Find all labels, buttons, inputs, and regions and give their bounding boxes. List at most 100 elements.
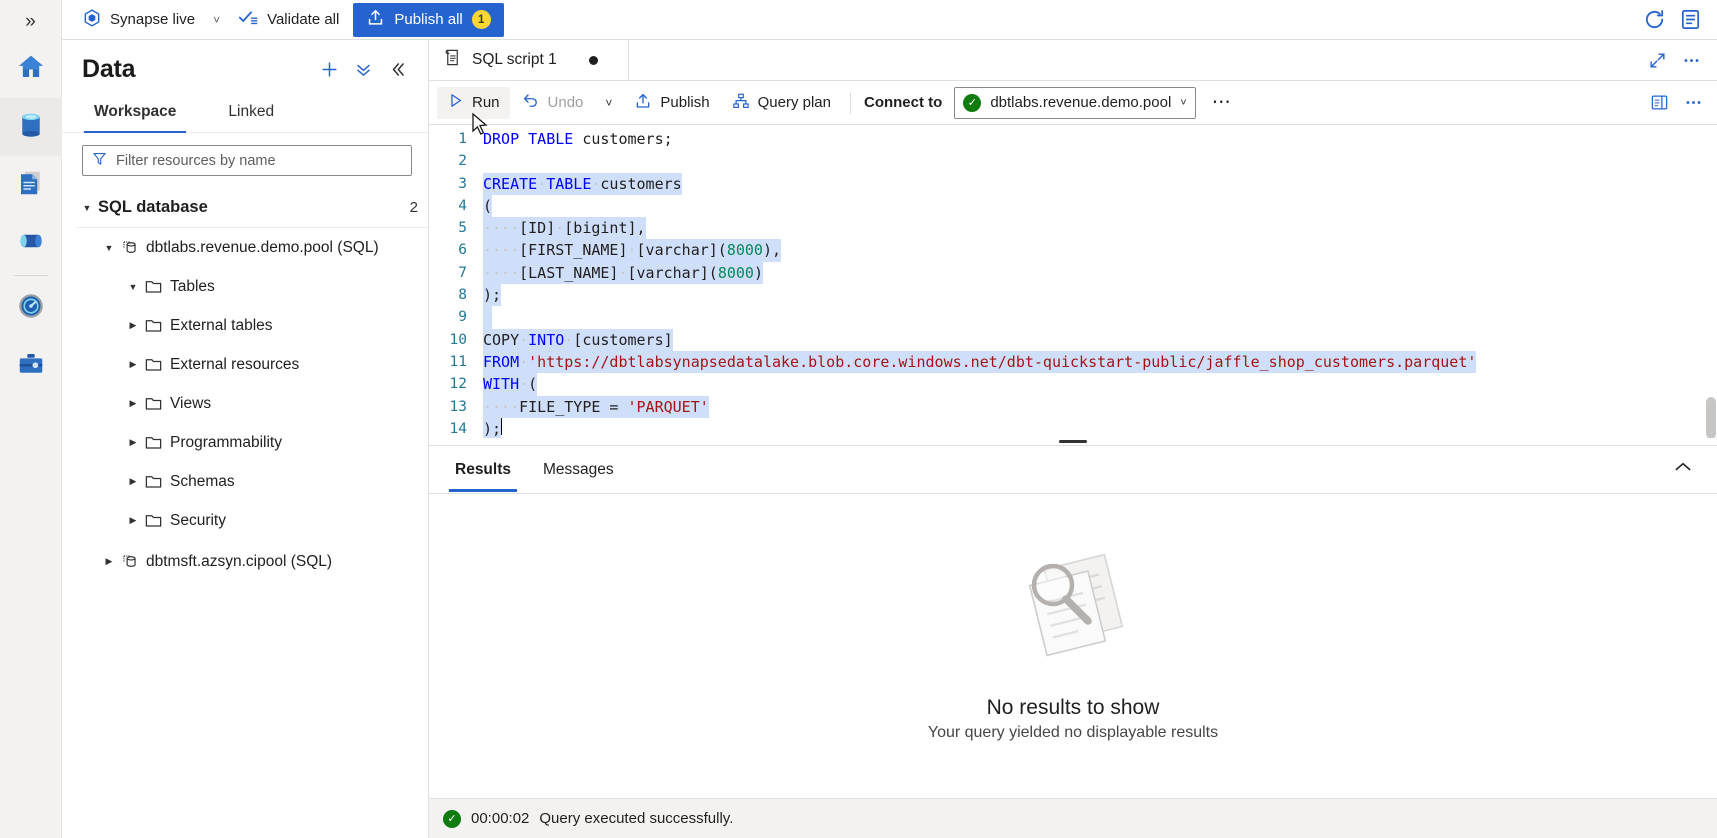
code-token: FROM bbox=[483, 353, 519, 371]
tree-group-sql-database[interactable]: ▼ SQL database 2 bbox=[62, 188, 428, 227]
tree-node-external-tables[interactable]: ▶ External tables bbox=[62, 306, 428, 345]
triangle-down-icon[interactable]: ▼ bbox=[76, 203, 98, 213]
chevron-down-icon[interactable]: ˅ bbox=[205, 13, 228, 27]
undo-button[interactable]: Undo bbox=[512, 87, 594, 119]
triangle-right-icon[interactable]: ▶ bbox=[122, 515, 144, 526]
run-button[interactable]: Run bbox=[437, 87, 510, 119]
code-line[interactable]: 14); bbox=[429, 418, 1717, 438]
validate-check-icon bbox=[238, 7, 259, 32]
undo-dropdown[interactable]: ˅ bbox=[595, 87, 622, 119]
code-line[interactable]: 3CREATE·TABLE·customers bbox=[429, 173, 1717, 195]
tree-node-tables[interactable]: ▼ Tables bbox=[62, 267, 428, 306]
code-text: ( bbox=[483, 195, 492, 217]
rail-item-develop[interactable] bbox=[0, 156, 62, 214]
feedback-note-icon[interactable] bbox=[1673, 3, 1707, 37]
folder-icon bbox=[144, 277, 170, 296]
tab-workspace-label: Workspace bbox=[94, 103, 176, 120]
empty-subtitle: Your query yielded no displayable result… bbox=[928, 724, 1218, 742]
code-line[interactable]: 5····[ID]·[bigint], bbox=[429, 217, 1717, 239]
tab-sql-script-1[interactable]: SQL script 1 bbox=[429, 40, 629, 80]
triangle-right-icon[interactable]: ▶ bbox=[122, 359, 144, 370]
sql-code-editor[interactable]: 1DROP TABLE customers;23CREATE·TABLE·cus… bbox=[429, 125, 1717, 438]
tree-node-dbtmsft-pool[interactable]: ▶ dbtmsft.azsyn.cipool (SQL) bbox=[62, 542, 428, 581]
tab-workspace[interactable]: Workspace bbox=[68, 94, 202, 132]
triangle-right-icon[interactable]: ▶ bbox=[98, 556, 120, 567]
undo-label: Undo bbox=[548, 94, 584, 111]
code-line[interactable]: 1DROP TABLE customers; bbox=[429, 128, 1717, 150]
expand-rail-button[interactable]: » bbox=[0, 4, 62, 40]
command-overflow-button[interactable]: ⋯ bbox=[1198, 91, 1246, 114]
tree-node-dbtlabs-pool[interactable]: ▼ dbtlabs.revenue.demo.pool (SQL) bbox=[62, 228, 428, 267]
triangle-down-icon[interactable]: ▼ bbox=[98, 243, 120, 253]
rail-item-monitor[interactable] bbox=[0, 279, 62, 337]
tree-node-programmability[interactable]: ▶ Programmability bbox=[62, 423, 428, 462]
code-line[interactable]: 6····[FIRST_NAME]·[varchar](8000), bbox=[429, 239, 1717, 261]
code-line[interactable]: 2 bbox=[429, 150, 1717, 172]
code-line[interactable]: 9 bbox=[429, 306, 1717, 328]
publish-all-button[interactable]: Publish all 1 bbox=[353, 3, 503, 37]
code-line[interactable]: 12WITH·( bbox=[429, 373, 1717, 395]
ellipsis-icon[interactable] bbox=[1677, 87, 1709, 119]
chevron-double-down-icon[interactable] bbox=[348, 54, 378, 84]
connect-to-label: Connect to bbox=[864, 94, 942, 111]
publish-button[interactable]: Publish bbox=[624, 87, 719, 119]
chevron-double-left-icon[interactable] bbox=[382, 54, 412, 84]
triangle-right-icon[interactable]: ▶ bbox=[122, 476, 144, 487]
plus-icon[interactable] bbox=[314, 54, 344, 84]
code-line[interactable]: 10COPY·INTO·[customers] bbox=[429, 329, 1717, 351]
home-icon bbox=[16, 52, 46, 87]
filter-resources-box[interactable] bbox=[82, 145, 412, 176]
ellipsis-icon[interactable] bbox=[1675, 44, 1707, 76]
triangle-right-icon[interactable]: ▶ bbox=[122, 437, 144, 448]
tabstrip-actions bbox=[1641, 40, 1717, 80]
code-line[interactable]: 4( bbox=[429, 195, 1717, 217]
code-text bbox=[483, 306, 492, 328]
empty-title: No results to show bbox=[987, 696, 1160, 720]
line-number: 10 bbox=[429, 329, 483, 351]
code-line[interactable]: 13····FILE_TYPE = 'PARQUET' bbox=[429, 396, 1717, 418]
tree-node-security[interactable]: ▶ Security bbox=[62, 501, 428, 540]
rail-item-integrate[interactable] bbox=[0, 214, 62, 272]
code-line[interactable]: 8); bbox=[429, 284, 1717, 306]
search-input[interactable] bbox=[116, 153, 402, 169]
tab-sql-script-1-label: SQL script 1 bbox=[472, 51, 557, 69]
rail-item-data[interactable] bbox=[0, 98, 62, 156]
triangle-right-icon[interactable]: ▶ bbox=[122, 398, 144, 409]
tree-node-external-resources[interactable]: ▶ External resources bbox=[62, 345, 428, 384]
results-tabs: Results Messages bbox=[429, 446, 1717, 494]
tree-node-views[interactable]: ▶ Views bbox=[62, 384, 428, 423]
tree-node-schemas[interactable]: ▶ Schemas bbox=[62, 462, 428, 501]
validate-all-button[interactable]: Validate all bbox=[228, 4, 349, 36]
rail-item-manage[interactable] bbox=[0, 337, 62, 395]
triangle-down-icon[interactable]: ▼ bbox=[122, 282, 144, 292]
chevron-up-icon[interactable] bbox=[1659, 457, 1707, 482]
editor-scrollbar[interactable] bbox=[1706, 397, 1716, 438]
code-text: ); bbox=[483, 418, 501, 438]
code-line[interactable]: 7····[LAST_NAME]·[varchar](8000) bbox=[429, 262, 1717, 284]
sql-script-icon bbox=[443, 48, 462, 72]
tab-linked[interactable]: Linked bbox=[202, 94, 300, 132]
tab-messages[interactable]: Messages bbox=[527, 448, 630, 492]
code-text: ····[LAST_NAME]·[varchar](8000) bbox=[483, 262, 763, 284]
tab-results[interactable]: Results bbox=[439, 448, 527, 492]
triangle-right-icon[interactable]: ▶ bbox=[122, 320, 144, 331]
connection-dropdown[interactable]: ✓ dbtlabs.revenue.demo.pool ˅ bbox=[954, 87, 1195, 119]
tree-node-label: External resources bbox=[170, 356, 299, 374]
data-panel-header: Data bbox=[62, 40, 428, 94]
publish-count-badge: 1 bbox=[472, 10, 491, 29]
properties-panel-icon[interactable] bbox=[1643, 87, 1675, 119]
code-token: customers bbox=[600, 175, 681, 193]
diagonal-expand-icon[interactable] bbox=[1641, 44, 1673, 76]
top-command-bar: Synapse live ˅ Validate all Publish all bbox=[62, 0, 1717, 40]
code-token: 'https://dbtlabsynapsedatalake.blob.core… bbox=[528, 353, 1476, 371]
code-token: · bbox=[555, 219, 564, 237]
run-label: Run bbox=[472, 94, 500, 111]
editor-results-splitter[interactable] bbox=[429, 438, 1717, 446]
query-plan-button[interactable]: Query plan bbox=[722, 87, 841, 119]
rail-item-home[interactable] bbox=[0, 40, 62, 98]
synapse-live-selector[interactable]: Synapse live bbox=[72, 4, 205, 36]
code-line[interactable]: 11FROM·'https://dbtlabsynapsedatalake.bl… bbox=[429, 351, 1717, 373]
refresh-circular-icon[interactable] bbox=[1637, 3, 1671, 37]
editor-area: SQL script 1 Run bbox=[429, 40, 1717, 838]
tab-results-label: Results bbox=[455, 461, 511, 478]
